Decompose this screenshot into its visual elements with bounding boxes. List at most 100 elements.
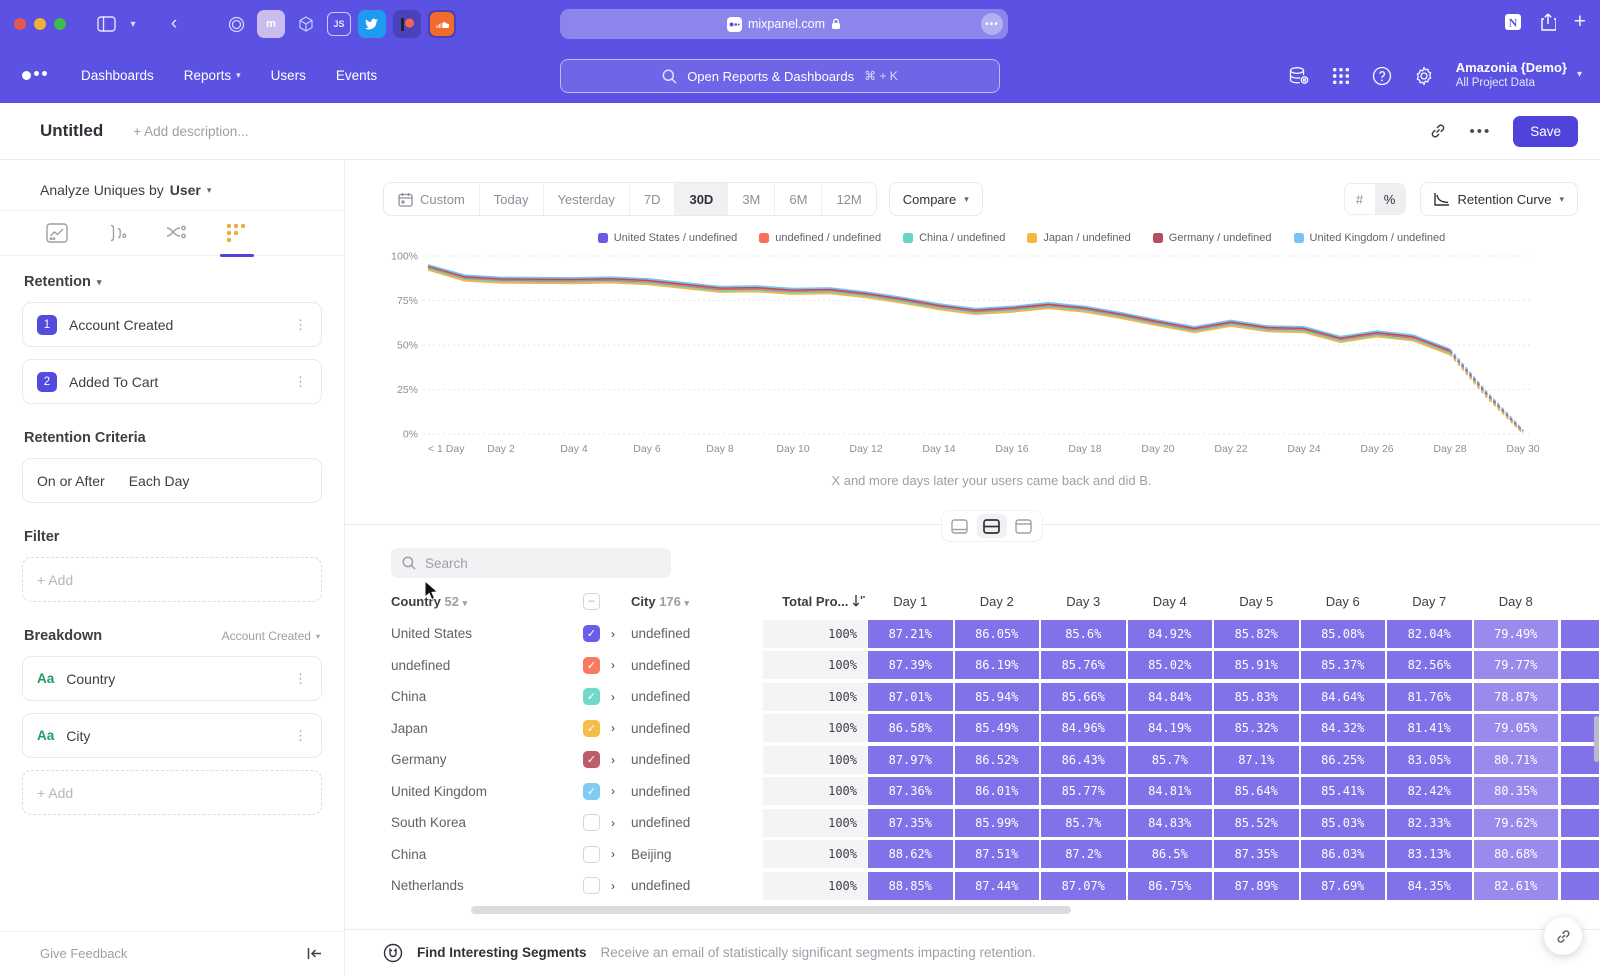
retention-cell[interactable]: 79.05% — [1474, 714, 1559, 742]
day-column-header[interactable]: Day 6 — [1300, 594, 1387, 609]
range-yesterday[interactable]: Yesterday — [544, 183, 630, 215]
country-cell[interactable]: United States — [391, 626, 583, 641]
table-search-input[interactable]: Search — [391, 548, 671, 578]
collapse-sidebar-icon[interactable] — [307, 947, 322, 960]
day-column-header[interactable]: Day 1 — [867, 594, 954, 609]
expand-row-icon[interactable]: › — [611, 816, 631, 830]
save-button[interactable]: Save — [1513, 116, 1578, 147]
country-cell[interactable]: undefined — [391, 658, 583, 673]
retention-cell[interactable]: 85.08% — [1301, 620, 1386, 648]
row-checkbox[interactable] — [583, 846, 600, 863]
project-switcher[interactable]: Amazonia {Demo} All Project Data ▾ — [1456, 60, 1582, 91]
range-today[interactable]: Today — [480, 183, 544, 215]
retention-cell[interactable]: 84.84% — [1128, 683, 1213, 711]
retention-cell[interactable]: 87.07% — [1041, 872, 1126, 900]
sidebar-chevron-icon[interactable]: ▾ — [126, 10, 140, 38]
tab-insights[interactable] — [40, 223, 74, 255]
retention-cell[interactable]: 86.52% — [955, 746, 1040, 774]
window-controls[interactable] — [14, 18, 66, 30]
retention-cell[interactable]: 86.03% — [1301, 840, 1386, 868]
retention-cell[interactable]: 85.64% — [1214, 777, 1299, 805]
retention-cell[interactable]: 87.51% — [955, 840, 1040, 868]
expand-row-icon[interactable]: › — [611, 879, 631, 893]
country-cell[interactable]: Germany — [391, 752, 583, 767]
settings-gear-icon[interactable] — [1414, 66, 1434, 86]
retention-cell[interactable]: 85.6% — [1041, 620, 1126, 648]
retention-cell[interactable]: 85.03% — [1301, 809, 1386, 837]
city-cell[interactable]: undefined — [631, 689, 763, 704]
nav-users[interactable]: Users — [271, 68, 306, 83]
row-checkbox[interactable]: ✓ — [583, 657, 600, 674]
expand-row-icon[interactable]: › — [611, 658, 631, 672]
nav-events[interactable]: Events — [336, 68, 377, 83]
retention-cell[interactable]: 85.99% — [955, 809, 1040, 837]
city-cell[interactable]: undefined — [631, 752, 763, 767]
retention-cell[interactable]: 85.02% — [1128, 651, 1213, 679]
expand-row-icon[interactable]: › — [611, 753, 631, 767]
day-column-header[interactable]: Day 5 — [1213, 594, 1300, 609]
legend-item[interactable]: undefined / undefined — [759, 232, 881, 244]
retention-cell[interactable]: 80.35% — [1474, 777, 1559, 805]
range-custom[interactable]: Custom — [384, 183, 480, 215]
retention-cell[interactable]: 88.85% — [868, 872, 953, 900]
bird-icon[interactable] — [358, 10, 386, 38]
retention-cell[interactable]: 86.01% — [955, 777, 1040, 805]
row-checkbox[interactable]: ✓ — [583, 720, 600, 737]
view-chart-only-button[interactable] — [945, 514, 975, 538]
global-search-input[interactable]: Open Reports & Dashboards ⌘ + K — [560, 59, 1000, 93]
country-cell[interactable]: Netherlands — [391, 878, 583, 893]
row-checkbox[interactable]: ✓ — [583, 688, 600, 705]
tab-retention[interactable] — [220, 223, 254, 255]
share-icon[interactable] — [1540, 13, 1556, 32]
tab-funnels[interactable] — [100, 223, 134, 255]
retention-cell[interactable]: 85.37% — [1301, 651, 1386, 679]
retention-cell[interactable]: 80.71% — [1474, 746, 1559, 774]
retention-cell[interactable]: 85.32% — [1214, 714, 1299, 742]
city-cell[interactable]: undefined — [631, 815, 763, 830]
retention-cell[interactable]: 85.82% — [1214, 620, 1299, 648]
retention-cell[interactable]: 82.33% — [1387, 809, 1472, 837]
minimize-window-button[interactable] — [34, 18, 46, 30]
criteria-mode[interactable]: On or After — [37, 473, 105, 489]
retention-cell[interactable]: 85.91% — [1214, 651, 1299, 679]
city-cell[interactable]: undefined — [631, 784, 763, 799]
range-7d[interactable]: 7D — [630, 183, 676, 215]
unit-number-button[interactable]: # — [1345, 184, 1375, 214]
city-cell[interactable]: undefined — [631, 658, 763, 673]
range-12m[interactable]: 12M — [822, 183, 875, 215]
city-cell[interactable]: undefined — [631, 878, 763, 893]
retention-cell[interactable]: 82.61% — [1474, 872, 1559, 900]
soundcloud-icon[interactable] — [428, 10, 456, 38]
retention-cell[interactable]: 83.13% — [1387, 840, 1472, 868]
row-checkbox[interactable]: ✓ — [583, 625, 600, 642]
target-icon[interactable] — [222, 10, 250, 38]
country-cell[interactable]: China — [391, 847, 583, 862]
retention-cell[interactable]: 85.77% — [1041, 777, 1126, 805]
retention-cell[interactable]: 81.41% — [1387, 714, 1472, 742]
select-all-checkbox[interactable]: – — [583, 593, 600, 610]
day-column-header[interactable]: Day 3 — [1040, 594, 1127, 609]
zoom-window-button[interactable] — [54, 18, 66, 30]
m-circle-icon[interactable]: m — [257, 10, 285, 38]
country-cell[interactable]: United Kingdom — [391, 784, 583, 799]
retention-cell[interactable]: 79.77% — [1474, 651, 1559, 679]
breakdown-card-city[interactable]: Aa City ⋮ — [22, 713, 322, 758]
retention-cell[interactable]: 86.05% — [955, 620, 1040, 648]
segments-title[interactable]: Find Interesting Segments — [417, 945, 587, 960]
country-cell[interactable]: South Korea — [391, 815, 583, 830]
retention-cell[interactable]: 86.58% — [868, 714, 953, 742]
sidebar-toggle-icon[interactable] — [92, 10, 120, 38]
retention-cell[interactable]: 84.92% — [1128, 620, 1213, 648]
range-30d[interactable]: 30D — [675, 183, 728, 215]
series-line-projected[interactable] — [1450, 349, 1523, 430]
retention-cell[interactable]: 85.66% — [1041, 683, 1126, 711]
row-checkbox[interactable]: ✓ — [583, 783, 600, 800]
row-checkbox[interactable] — [583, 877, 600, 894]
notion-icon[interactable]: N — [1504, 13, 1522, 31]
day-column-header[interactable]: Day 2 — [954, 594, 1041, 609]
retention-cell[interactable]: 85.83% — [1214, 683, 1299, 711]
row-checkbox[interactable]: ✓ — [583, 751, 600, 768]
copy-link-icon[interactable] — [1429, 122, 1447, 140]
horizontal-scrollbar[interactable] — [471, 906, 1071, 914]
retention-cell[interactable]: 87.69% — [1301, 872, 1386, 900]
